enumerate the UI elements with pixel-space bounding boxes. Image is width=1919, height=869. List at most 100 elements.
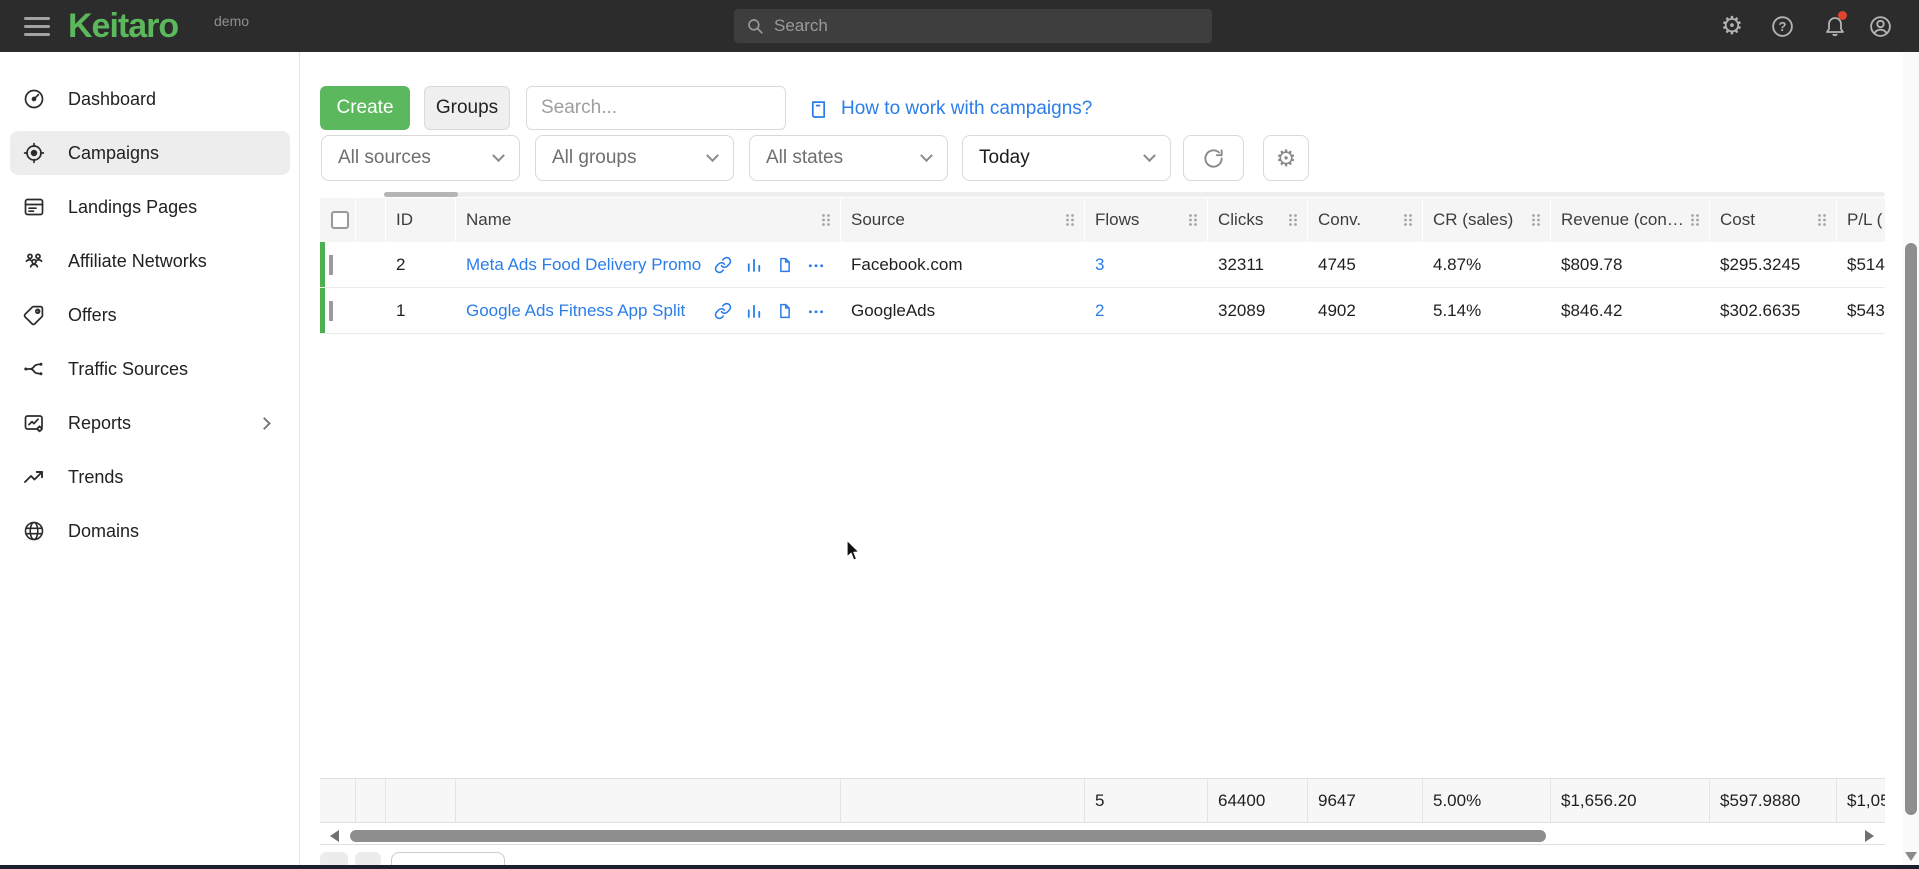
row-cost: $295.3245 bbox=[1710, 255, 1837, 275]
groups-button[interactable]: Groups bbox=[424, 86, 510, 130]
select-all-cell bbox=[320, 198, 356, 242]
column-header-cr-sales[interactable]: CR (sales) bbox=[1423, 198, 1551, 242]
campaign-stats-icon[interactable] bbox=[745, 256, 763, 274]
dashboard-icon bbox=[22, 87, 46, 111]
totals-cr: 5.00% bbox=[1423, 779, 1551, 822]
affiliate-networks-icon bbox=[22, 249, 46, 273]
scroll-down-arrow[interactable] bbox=[1905, 852, 1917, 861]
table-row[interactable]: 2 Meta Ads Food Delivery Promo Facebook.… bbox=[320, 242, 1885, 288]
table-row[interactable]: 1 Google Ads Fitness App Split GoogleAds… bbox=[320, 288, 1885, 334]
drag-handle-icon[interactable] bbox=[1187, 213, 1199, 227]
sidebar-item-offers[interactable]: Offers bbox=[0, 293, 300, 337]
campaign-stats-icon[interactable] bbox=[745, 302, 763, 320]
table-top-scrollbar[interactable] bbox=[384, 192, 1885, 197]
column-header-conv[interactable]: Conv. bbox=[1308, 198, 1423, 242]
campaign-log-icon[interactable] bbox=[776, 302, 794, 320]
table-bottom-scrollbar[interactable] bbox=[320, 827, 1885, 845]
drag-handle-icon[interactable] bbox=[1064, 213, 1076, 227]
sidebar-item-campaigns[interactable]: Campaigns bbox=[0, 131, 300, 175]
more-actions-icon[interactable] bbox=[807, 302, 825, 320]
chevron-down-icon bbox=[492, 149, 505, 162]
sidebar-item-trends[interactable]: Trends bbox=[0, 455, 300, 499]
campaign-log-icon[interactable] bbox=[776, 256, 794, 274]
row-id: 2 bbox=[386, 255, 456, 275]
app-logo: Keitaro bbox=[68, 7, 178, 46]
column-header-clicks[interactable]: Clicks bbox=[1208, 198, 1308, 242]
create-button[interactable]: Create bbox=[320, 86, 410, 130]
drag-handle-icon[interactable] bbox=[1816, 213, 1828, 227]
scrollbar-thumb[interactable] bbox=[1905, 243, 1917, 815]
row-cr: 4.87% bbox=[1423, 255, 1551, 275]
pagination-next-button[interactable] bbox=[355, 852, 381, 866]
env-badge: demo bbox=[214, 13, 249, 29]
column-header-source[interactable]: Source bbox=[841, 198, 1085, 242]
drag-handle-icon[interactable] bbox=[1402, 213, 1414, 227]
refresh-button[interactable] bbox=[1183, 135, 1244, 181]
drag-handle-icon[interactable] bbox=[1530, 213, 1542, 227]
column-header-id[interactable]: ID bbox=[386, 198, 456, 242]
help-icon[interactable]: ? bbox=[1769, 13, 1795, 39]
row-checkbox[interactable] bbox=[329, 255, 333, 275]
campaign-name-link[interactable]: Meta Ads Food Delivery Promo bbox=[466, 255, 701, 275]
row-name-cell: Google Ads Fitness App Split bbox=[456, 301, 841, 321]
totals-revenue: $1,656.20 bbox=[1551, 779, 1710, 822]
row-cr: 5.14% bbox=[1423, 301, 1551, 321]
column-header-cost[interactable]: Cost bbox=[1710, 198, 1837, 242]
table-header: ID Name Source Flows Clicks Conv. CR (sa… bbox=[320, 198, 1885, 242]
totals-flows: 5 bbox=[1085, 779, 1208, 822]
status-column-header bbox=[356, 198, 386, 242]
traffic-sources-icon bbox=[22, 357, 46, 381]
sidebar-item-landings-pages[interactable]: Landings Pages bbox=[0, 185, 300, 229]
campaign-name-link[interactable]: Google Ads Fitness App Split bbox=[466, 301, 685, 321]
sidebar-item-reports[interactable]: Reports bbox=[0, 401, 300, 445]
flows-link[interactable]: 3 bbox=[1095, 255, 1104, 274]
date-range-dropdown[interactable]: Today bbox=[962, 135, 1171, 181]
trends-icon bbox=[22, 465, 46, 489]
campaign-link-icon[interactable] bbox=[714, 302, 732, 320]
notifications-bell-icon[interactable] bbox=[1822, 13, 1848, 39]
reports-icon bbox=[22, 411, 46, 435]
row-revenue: $809.78 bbox=[1551, 255, 1710, 275]
select-all-checkbox[interactable] bbox=[331, 211, 349, 229]
row-pl: $543 bbox=[1837, 301, 1885, 321]
sidebar-item-domains[interactable]: Domains bbox=[0, 509, 300, 553]
row-checkbox[interactable] bbox=[329, 301, 333, 321]
settings-gear-icon[interactable]: ⚙ bbox=[1719, 13, 1745, 39]
account-avatar-icon[interactable] bbox=[1867, 13, 1893, 39]
pagination-prev-button[interactable] bbox=[320, 852, 348, 866]
notification-badge bbox=[1838, 11, 1847, 20]
chevron-right-icon bbox=[258, 417, 271, 430]
bottom-edge-bar bbox=[0, 865, 1919, 869]
table-settings-button[interactable]: ⚙ bbox=[1263, 135, 1309, 181]
drag-handle-icon[interactable] bbox=[1689, 213, 1701, 227]
sources-filter-dropdown[interactable]: All sources bbox=[321, 135, 520, 181]
hamburger-menu-icon[interactable] bbox=[24, 17, 50, 36]
sidebar-item-dashboard[interactable]: Dashboard bbox=[0, 77, 300, 121]
flows-link[interactable]: 2 bbox=[1095, 301, 1104, 320]
column-header-name[interactable]: Name bbox=[456, 198, 841, 242]
campaign-search-input[interactable] bbox=[526, 86, 786, 130]
column-header-pl[interactable]: P/L ( bbox=[1837, 198, 1885, 242]
row-conversions: 4902 bbox=[1308, 301, 1423, 321]
states-filter-dropdown[interactable]: All states bbox=[749, 135, 948, 181]
global-search-input[interactable] bbox=[774, 16, 1200, 36]
column-header-flows[interactable]: Flows bbox=[1085, 198, 1208, 242]
sidebar-item-affiliate-networks[interactable]: Affiliate Networks bbox=[0, 239, 300, 283]
help-link[interactable]: How to work with campaigns? bbox=[808, 96, 1092, 122]
scrollbar-thumb[interactable] bbox=[350, 830, 1546, 842]
drag-handle-icon[interactable] bbox=[820, 213, 832, 227]
vertical-scrollbar[interactable] bbox=[1903, 52, 1919, 869]
totals-clicks: 64400 bbox=[1208, 779, 1308, 822]
column-header-revenue[interactable]: Revenue (con… bbox=[1551, 198, 1710, 242]
sidebar-item-traffic-sources[interactable]: Traffic Sources bbox=[0, 347, 300, 391]
global-search[interactable] bbox=[734, 9, 1212, 43]
more-actions-icon[interactable] bbox=[807, 256, 825, 274]
chevron-down-icon bbox=[706, 149, 719, 162]
campaign-link-icon[interactable] bbox=[714, 256, 732, 274]
scrollbar-thumb[interactable] bbox=[384, 192, 458, 197]
scroll-left-arrow[interactable] bbox=[330, 830, 339, 842]
drag-handle-icon[interactable] bbox=[1287, 213, 1299, 227]
row-select-cell bbox=[320, 255, 356, 275]
groups-filter-dropdown[interactable]: All groups bbox=[535, 135, 734, 181]
scroll-right-arrow[interactable] bbox=[1865, 830, 1874, 842]
